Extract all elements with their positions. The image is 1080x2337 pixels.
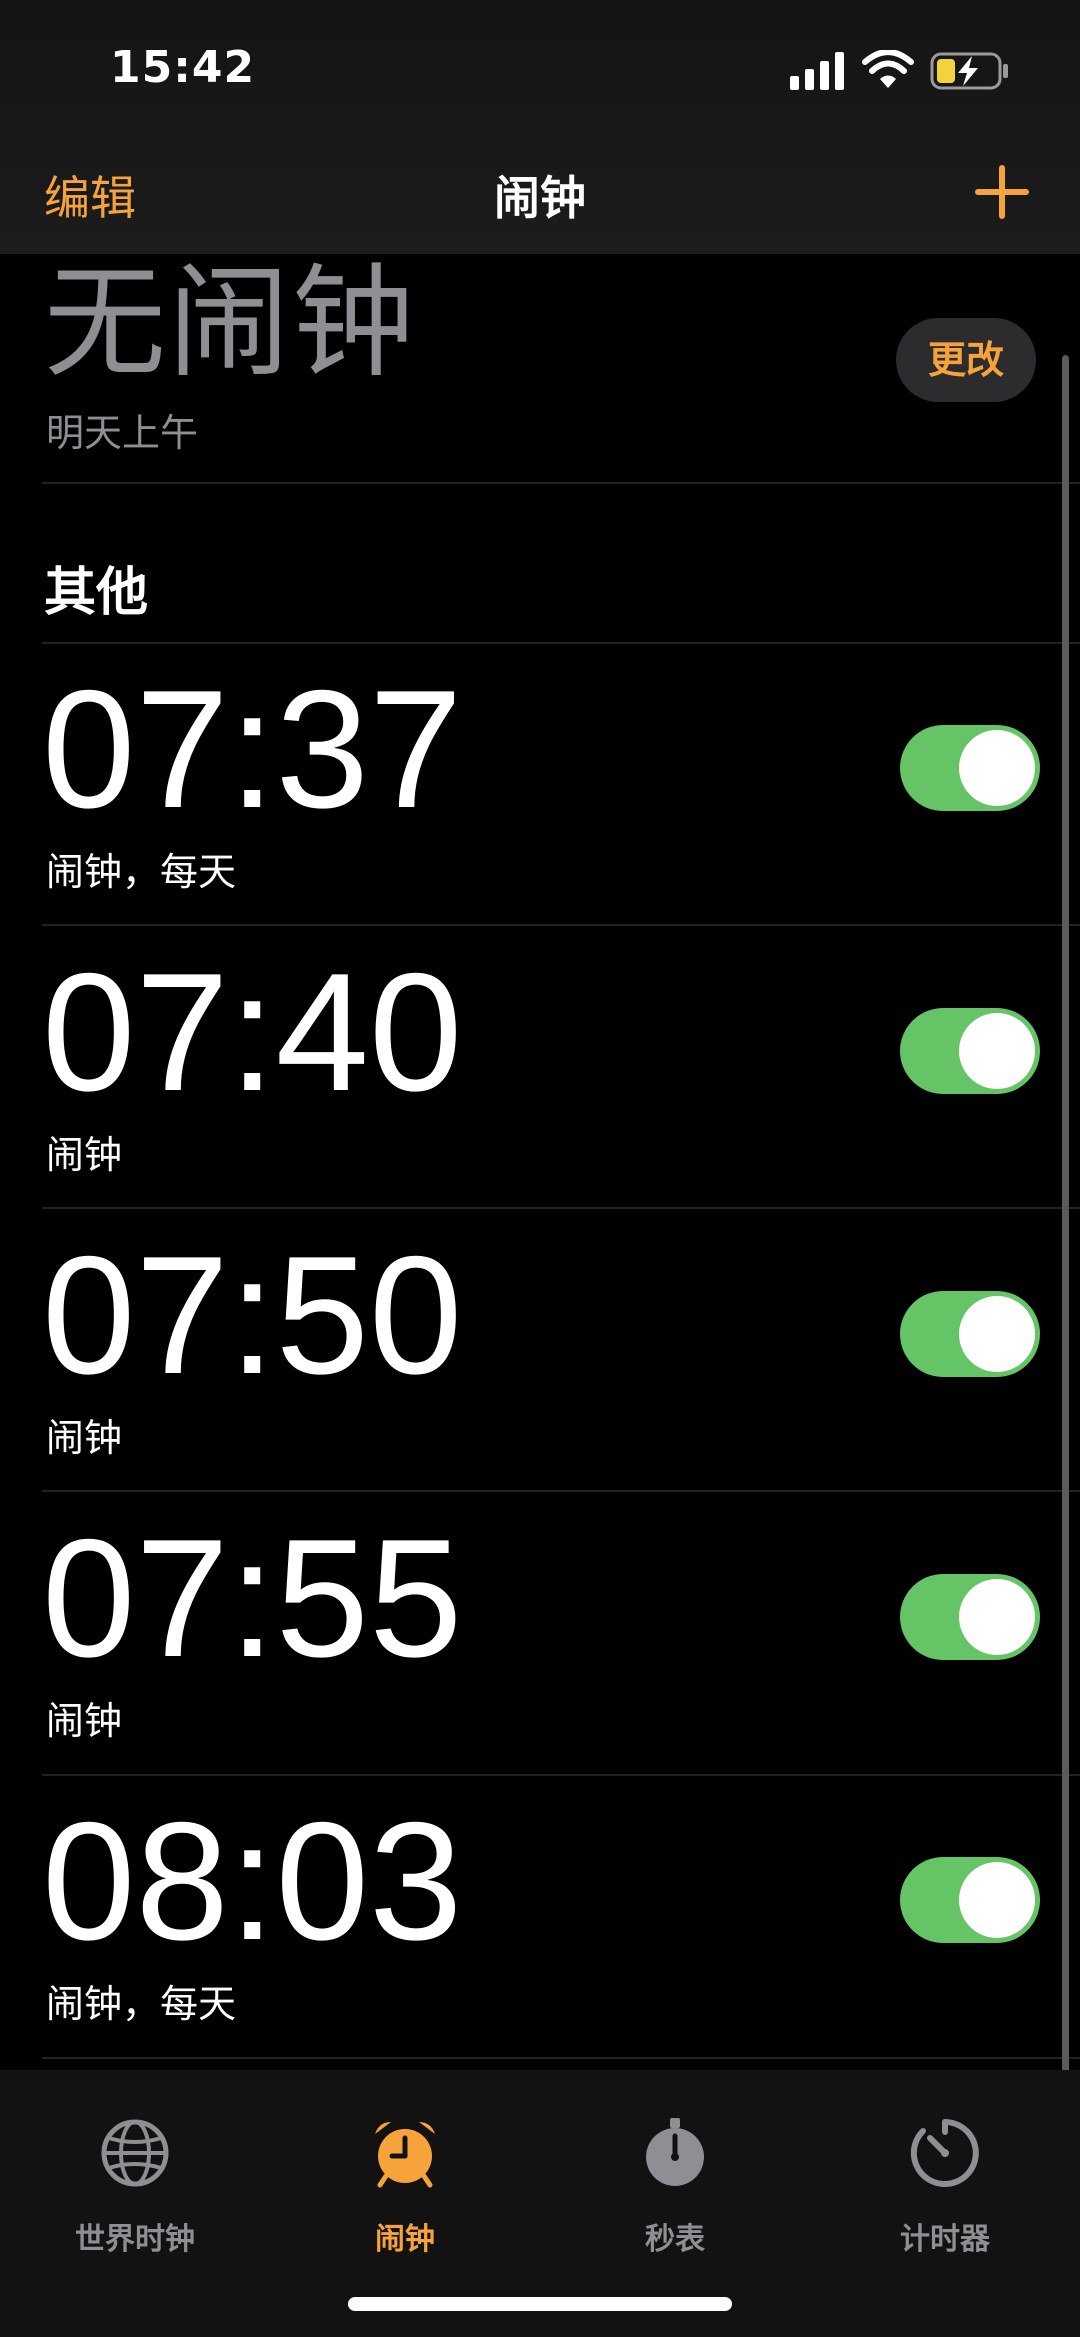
alarm-row[interactable]: 07:50 闹钟	[0, 1211, 1080, 1493]
tab-alarm[interactable]: 闹钟	[270, 2118, 540, 2288]
alarm-label: 闹钟，每天	[46, 1982, 237, 2026]
alarm-time: 07:40	[42, 938, 463, 1126]
divider	[42, 2057, 1080, 2059]
alarm-toggle[interactable]	[900, 725, 1040, 811]
scrollbar[interactable]	[1062, 355, 1069, 2095]
tab-label: 秒表	[645, 2222, 705, 2257]
alarm-label: 闹钟	[46, 1699, 123, 1743]
alarm-label: 闹钟	[46, 1416, 123, 1460]
toggle-knob	[959, 1013, 1035, 1089]
divider	[42, 924, 1080, 926]
globe-icon	[101, 2119, 169, 2187]
sleep-alarm-title: 无闹钟	[44, 252, 416, 394]
alarm-time: 08:03	[42, 1787, 463, 1975]
wifi-icon	[862, 50, 914, 88]
alarm-row[interactable]: 07:55 闹钟	[0, 1494, 1080, 1776]
alarm-label: 闹钟，每天	[46, 850, 237, 894]
alarm-toggle[interactable]	[900, 1008, 1040, 1094]
tab-world-clock[interactable]: 世界时钟	[0, 2118, 270, 2288]
alarm-row[interactable]: 08:03 闹钟，每天	[0, 1777, 1080, 2059]
divider	[42, 482, 1080, 484]
timer-icon	[910, 2119, 979, 2187]
alarm-time: 07:55	[42, 1504, 463, 1692]
edit-button[interactable]: 编辑	[44, 162, 136, 228]
page-title: 闹钟	[494, 171, 586, 225]
divider	[42, 1207, 1080, 1209]
divider	[42, 642, 1080, 644]
toggle-knob	[959, 1862, 1035, 1938]
top-bar: 15:42 编辑 闹钟	[0, 0, 1080, 254]
toggle-knob	[959, 1296, 1035, 1372]
alarm-clock-icon	[375, 2122, 435, 2188]
toggle-knob	[959, 1579, 1035, 1655]
stopwatch-icon	[646, 2118, 704, 2186]
alarm-label: 闹钟	[46, 1133, 123, 1177]
tab-label: 计时器	[900, 2222, 990, 2257]
alarm-row[interactable]: 07:37 闹钟，每天	[0, 645, 1080, 927]
alarm-time: 07:37	[42, 655, 463, 843]
tab-label: 闹钟	[375, 2222, 435, 2257]
section-header-other: 其他	[44, 563, 149, 623]
status-time: 15:42	[110, 42, 256, 93]
signal-icon	[790, 52, 844, 90]
divider	[42, 1490, 1080, 1492]
alarm-toggle[interactable]	[900, 1857, 1040, 1943]
alarm-time: 07:50	[42, 1221, 463, 1409]
divider	[42, 1774, 1080, 1776]
home-indicator[interactable]	[348, 2297, 732, 2311]
alarm-toggle[interactable]	[900, 1291, 1040, 1377]
tab-stopwatch[interactable]: 秒表	[540, 2118, 810, 2288]
sleep-alarm-subtitle: 明天上午	[46, 411, 199, 455]
battery-charging-icon	[930, 52, 1008, 90]
alarm-toggle[interactable]	[900, 1574, 1040, 1660]
tab-label: 世界时钟	[75, 2222, 195, 2257]
alarm-row[interactable]: 07:40 闹钟	[0, 928, 1080, 1210]
change-button[interactable]: 更改	[896, 318, 1036, 402]
plus-icon[interactable]	[972, 162, 1032, 222]
toggle-knob	[959, 730, 1035, 806]
tab-timer[interactable]: 计时器	[810, 2118, 1080, 2288]
